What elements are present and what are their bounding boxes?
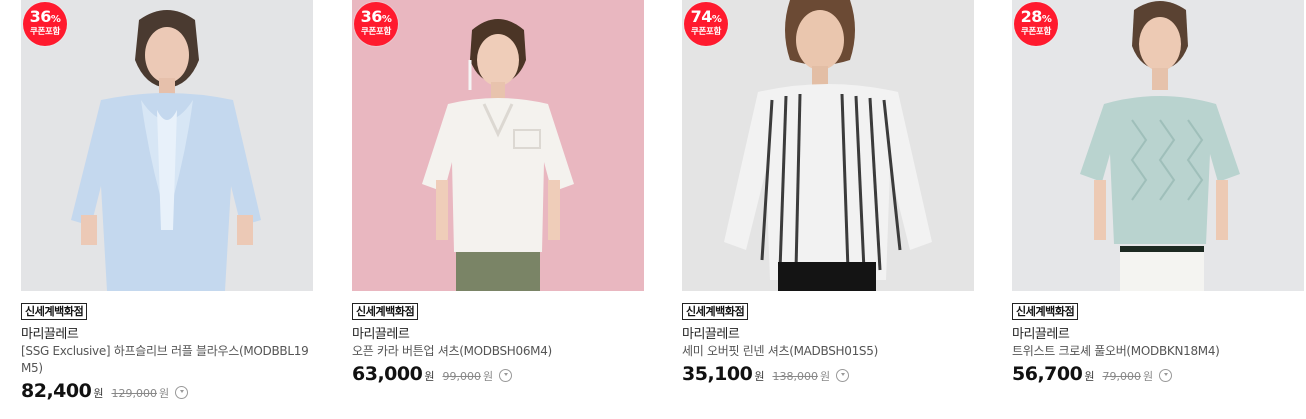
original-currency-label: 원	[819, 370, 831, 383]
original-currency-label: 원	[1142, 370, 1154, 383]
currency-label: 원	[93, 387, 104, 400]
product-photo	[1012, 0, 1304, 291]
store-tag: 신세계백화점	[1012, 303, 1079, 320]
discount-badge: 36% 쿠폰포함	[354, 2, 398, 46]
price-info-icon[interactable]	[499, 368, 513, 382]
original-currency-label: 원	[482, 370, 494, 383]
original-price: 99,000	[442, 370, 481, 383]
product-photo	[21, 0, 313, 291]
product-image[interactable]: 74% 쿠폰포함	[682, 0, 974, 291]
coupon-label: 쿠폰포함	[29, 27, 61, 37]
currency-label: 원	[754, 370, 765, 383]
product-grid: 36% 쿠폰포함 신세계백화점 마리끌레르 [SSG Exclusive] 하프…	[0, 0, 1306, 419]
coupon-label: 쿠폰포함	[690, 27, 722, 37]
sale-price: 63,000	[352, 363, 423, 385]
price-info-icon[interactable]	[836, 368, 850, 382]
store-tag: 신세계백화점	[21, 303, 88, 320]
discount-percent: 74%	[690, 7, 722, 26]
product-image[interactable]: 36% 쿠폰포함	[21, 0, 313, 291]
brand-name: 마리끌레르	[21, 327, 79, 342]
price-row: 35,100 원 138,000 원	[682, 363, 974, 385]
product-card[interactable]: 36% 쿠폰포함 신세계백화점 마리끌레르 오픈 카라 버튼업 셔츠(MODBS…	[352, 0, 644, 385]
discount-percent: 28%	[1020, 7, 1052, 26]
brand-name: 마리끌레르	[682, 327, 740, 342]
discount-percent: 36%	[360, 7, 392, 26]
product-title[interactable]: 트위스트 크로셰 풀오버(MODBKN18M4)	[1012, 343, 1304, 360]
product-card[interactable]: 28% 쿠폰포함 신세계백화점 마리끌레르 트위스트 크로셰 풀오버(MODBK…	[1012, 0, 1304, 385]
store-tag: 신세계백화점	[352, 303, 419, 320]
product-image[interactable]: 28% 쿠폰포함	[1012, 0, 1304, 291]
brand-name: 마리끌레르	[1012, 327, 1070, 342]
sale-price: 56,700	[1012, 363, 1083, 385]
original-price: 129,000	[111, 387, 157, 400]
store-tag: 신세계백화점	[682, 303, 749, 320]
price-row: 56,700 원 79,000 원	[1012, 363, 1304, 385]
price-info-icon[interactable]	[175, 385, 189, 399]
coupon-label: 쿠폰포함	[1020, 27, 1052, 37]
price-info-icon[interactable]	[1159, 368, 1173, 382]
original-price: 79,000	[1102, 370, 1141, 383]
price-row: 82,400 원 129,000 원	[21, 380, 313, 402]
price-row: 63,000 원 99,000 원	[352, 363, 644, 385]
currency-label: 원	[1084, 370, 1095, 383]
product-card[interactable]: 74% 쿠폰포함 신세계백화점 마리끌레르 세미 오버핏 린넨 셔츠(MADBS…	[682, 0, 974, 385]
product-title[interactable]: [SSG Exclusive] 하프슬리브 러플 블라우스(MODBBL19M5…	[21, 343, 313, 377]
product-title[interactable]: 오픈 카라 버튼업 셔츠(MODBSH06M4)	[352, 343, 644, 360]
discount-badge: 28% 쿠폰포함	[1014, 2, 1058, 46]
original-currency-label: 원	[158, 387, 170, 400]
discount-badge: 36% 쿠폰포함	[23, 2, 67, 46]
product-card[interactable]: 36% 쿠폰포함 신세계백화점 마리끌레르 [SSG Exclusive] 하프…	[21, 0, 313, 402]
sale-price: 35,100	[682, 363, 753, 385]
discount-percent: 36%	[29, 7, 61, 26]
product-photo	[682, 0, 974, 291]
currency-label: 원	[424, 370, 435, 383]
brand-name: 마리끌레르	[352, 327, 410, 342]
discount-badge: 74% 쿠폰포함	[684, 2, 728, 46]
sale-price: 82,400	[21, 380, 92, 402]
product-photo	[352, 0, 644, 291]
product-image[interactable]: 36% 쿠폰포함	[352, 0, 644, 291]
original-price: 138,000	[772, 370, 818, 383]
coupon-label: 쿠폰포함	[360, 27, 392, 37]
product-title[interactable]: 세미 오버핏 린넨 셔츠(MADBSH01S5)	[682, 343, 974, 360]
